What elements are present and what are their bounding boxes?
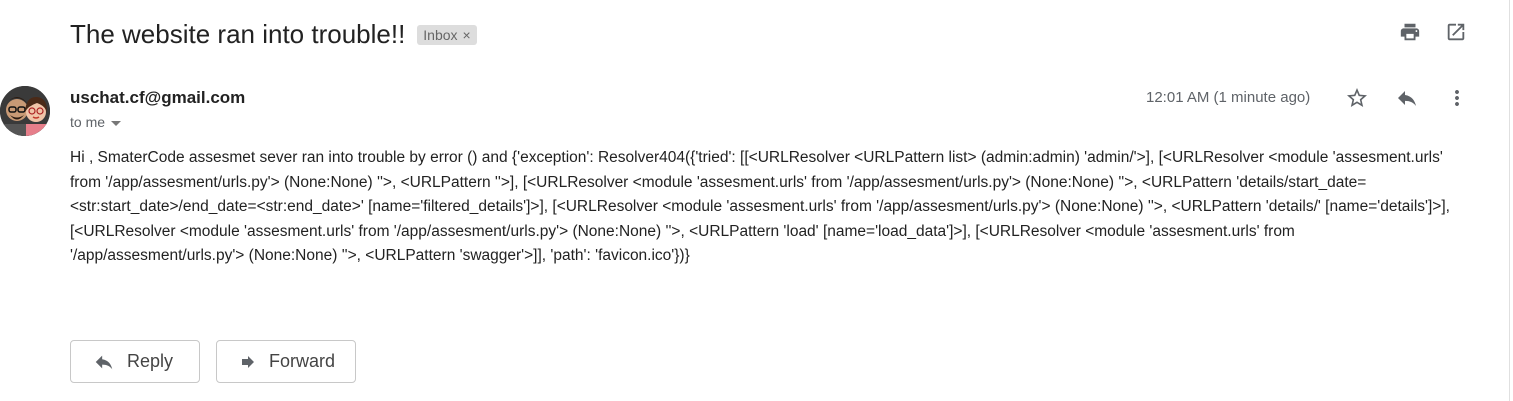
print-icon[interactable] (1398, 20, 1422, 44)
reply-button-label: Reply (127, 351, 174, 371)
open-in-new-window-icon[interactable] (1444, 20, 1468, 44)
forward-icon (241, 355, 254, 368)
recipient-text: to me (70, 114, 106, 130)
inbox-label-chip[interactable]: Inbox × (417, 25, 477, 45)
remove-label-icon[interactable]: × (463, 27, 471, 43)
sender-email: uschat.cf@gmail.com (70, 88, 246, 107)
star-icon[interactable] (1345, 86, 1369, 110)
thread-actions (1398, 20, 1468, 44)
forward-button[interactable]: Forward (216, 340, 356, 383)
scroll-divider (1509, 0, 1510, 401)
message-actions (1345, 86, 1469, 110)
chevron-down-icon[interactable] (111, 120, 122, 126)
more-vertical-icon[interactable] (1445, 86, 1469, 110)
label-text: Inbox (423, 27, 458, 43)
sender-avatar[interactable] (0, 86, 50, 136)
forward-button-label: Forward (268, 351, 335, 371)
email-subject: The website ran into trouble!! (70, 18, 406, 49)
reply-button[interactable]: Reply (70, 340, 200, 383)
message-timestamp: 12:01 AM (1 minute ago) (1146, 89, 1311, 106)
reply-actions: Reply Forward (70, 340, 356, 383)
reply-icon (95, 355, 113, 369)
email-view: The website ran into trouble!! Inbox × u… (0, 0, 1513, 401)
message-body: Hi , SmaterCode assesmet sever ran into … (70, 149, 1450, 265)
recipient-line: to me (70, 114, 122, 130)
reply-icon[interactable] (1395, 86, 1419, 110)
subject-row: The website ran into trouble!! Inbox × (70, 16, 477, 52)
